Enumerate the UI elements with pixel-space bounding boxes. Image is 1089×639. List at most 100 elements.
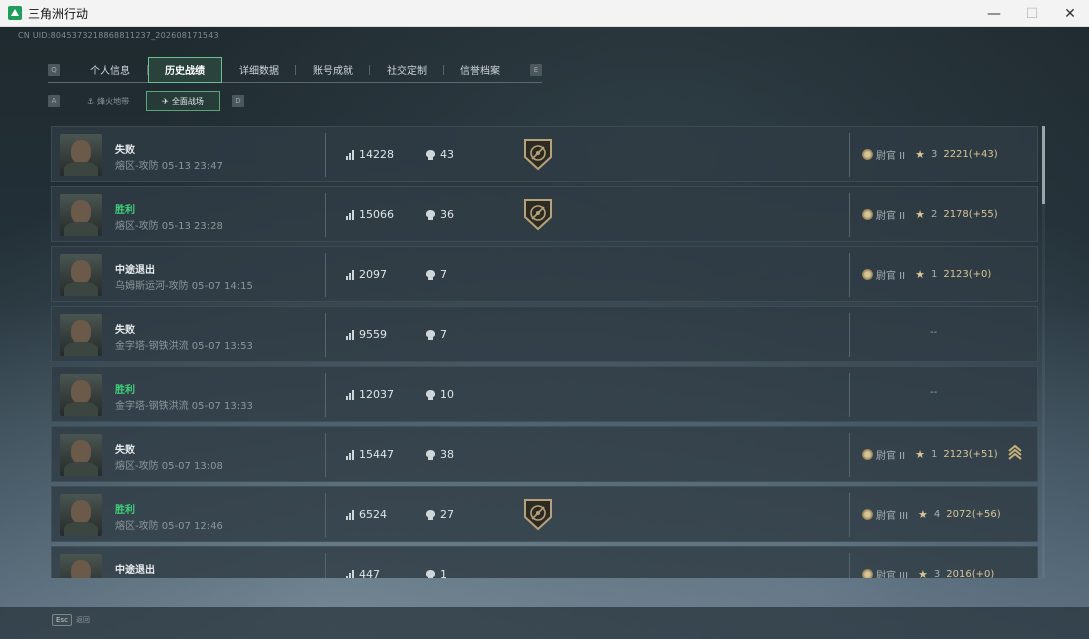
divider <box>325 373 326 417</box>
tab-label: 历史战绩 <box>165 66 205 77</box>
window-title: 三角洲行动 <box>28 6 89 21</box>
score-stat: 2097 <box>346 268 387 281</box>
match-result: 胜利 <box>115 385 135 396</box>
match-map-time: 熔区-攻防 05-13 23:47 <box>115 161 223 172</box>
divider <box>325 433 326 477</box>
match-result: 胜利 <box>115 505 135 516</box>
back-button[interactable]: Esc 返回 <box>52 614 90 626</box>
kills-value: 1 <box>440 568 447 578</box>
divider <box>849 553 850 578</box>
score-value: 6524 <box>359 508 387 521</box>
operator-avatar <box>60 314 102 356</box>
match-row[interactable]: 胜利 熔区-攻防 05-13 23:28 15066 36 尉官 II ★ 2 2178(+5… <box>51 186 1038 242</box>
score-value: 2097 <box>359 268 387 281</box>
divider <box>849 133 850 177</box>
tab-prev-key[interactable]: Q <box>48 63 60 76</box>
match-row[interactable]: 中途退出 乌姆斯运河-攻防 05-07 14:15 2097 7 尉官 II ★ 1 2123… <box>51 246 1038 302</box>
rank-icon <box>862 208 873 220</box>
rank-icon <box>862 448 873 460</box>
main-area: CN UID:8045373218868811237_202608171543 … <box>0 27 1089 639</box>
user-id-label: CN UID:8045373218868811237_202608171543 <box>18 31 219 40</box>
match-row[interactable]: 失败 熔区-攻防 05-07 13:08 15447 38 尉官 II ★ 1 2123(+5… <box>51 426 1038 482</box>
tab-reputation[interactable]: 信誉档案 <box>444 57 516 83</box>
score-icon <box>346 449 354 460</box>
tab-achievements[interactable]: 账号成就 <box>296 57 370 83</box>
tab-next-key[interactable]: E <box>530 63 542 76</box>
back-label: 返回 <box>75 616 90 624</box>
score-icon <box>346 569 354 578</box>
skull-icon <box>426 329 435 340</box>
match-map-time: 金字塔-钢铁洪流 05-07 13:53 <box>115 341 253 352</box>
tab-match-history[interactable]: 历史战绩 <box>148 56 222 83</box>
rank-info: 尉官 II ★ 1 2123(+0) <box>862 267 992 282</box>
rank-empty: -- <box>930 327 938 338</box>
footer-bar: Esc 返回 <box>0 607 1089 639</box>
maximize-button[interactable]: ☐ <box>1013 0 1051 27</box>
tab-mode-extraction[interactable]: ⚓ 烽火地带 <box>70 91 146 111</box>
rank-points: 2016(+0) <box>946 568 995 579</box>
score-value: 9559 <box>359 328 387 341</box>
kills-stat: 36 <box>426 208 454 221</box>
match-row[interactable]: 中途退出 447 1 尉官 III ★ 3 2016(+0) <box>51 546 1038 578</box>
rank-info: 尉官 III ★ 3 2016(+0) <box>862 567 994 578</box>
title-bar: 三角洲行动 — ☐ ✕ <box>0 0 1089 27</box>
divider <box>325 553 326 578</box>
match-map-time: 熔区-攻防 05-07 13:08 <box>115 461 223 472</box>
skull-icon <box>426 209 435 220</box>
score-icon <box>346 509 354 520</box>
tab-personal-info[interactable]: 个人信息 <box>72 57 148 83</box>
tab-label: 社交定制 <box>387 66 427 77</box>
kills-stat: 43 <box>426 148 454 161</box>
operator-avatar <box>60 374 102 416</box>
match-row[interactable]: 失败 熔区-攻防 05-13 23:47 14228 43 尉官 II ★ 3 2221(+4… <box>51 126 1038 182</box>
skull-icon <box>426 569 435 578</box>
mvp-badge-icon <box>524 199 552 231</box>
tab-social[interactable]: 社交定制 <box>370 57 444 83</box>
match-history-list: 失败 熔区-攻防 05-13 23:47 14228 43 尉官 II ★ 3 2221(+4… <box>51 126 1038 578</box>
close-button[interactable]: ✕ <box>1051 0 1089 27</box>
score-value: 447 <box>359 568 380 578</box>
tab-mode-warfare[interactable]: ✈ 全面战场 <box>146 91 220 111</box>
match-map-time: 熔区-攻防 05-13 23:28 <box>115 221 223 232</box>
tab-detailed-data[interactable]: 详细数据 <box>222 57 296 83</box>
rank-icon <box>862 148 873 160</box>
match-result: 中途退出 <box>115 565 155 576</box>
scrollbar-thumb[interactable] <box>1042 126 1045 204</box>
rank-label: 尉官 II <box>876 150 906 162</box>
match-row[interactable]: 胜利 金字塔-钢铁洪流 05-07 13:33 12037 10 -- <box>51 366 1038 422</box>
tab-label: 信誉档案 <box>460 66 500 77</box>
rank-icon <box>862 568 873 578</box>
match-result: 失败 <box>115 145 135 156</box>
kills-stat: 38 <box>426 448 454 461</box>
rank-points: 2123(+0) <box>943 268 992 280</box>
kills-value: 27 <box>440 508 454 521</box>
extraction-icon: ⚓ <box>86 96 95 106</box>
rank-empty: -- <box>930 387 938 398</box>
match-row[interactable]: 失败 金字塔-钢铁洪流 05-07 13:53 9559 7 -- <box>51 306 1038 362</box>
skull-icon <box>426 149 435 160</box>
mode-prev-key[interactable]: A <box>48 95 60 107</box>
score-stat: 14228 <box>346 148 394 161</box>
score-icon <box>346 209 354 220</box>
divider <box>849 253 850 297</box>
star-icon: ★ <box>915 147 925 161</box>
kills-value: 43 <box>440 148 454 161</box>
rank-points: 2072(+56) <box>946 508 1001 520</box>
skull-icon <box>426 389 435 400</box>
divider <box>325 493 326 537</box>
mode-next-key[interactable]: D <box>232 95 244 107</box>
tab-label: 详细数据 <box>239 66 279 77</box>
kills-stat: 27 <box>426 508 454 521</box>
minimize-button[interactable]: — <box>975 0 1013 27</box>
rank-label: 尉官 II <box>876 210 906 222</box>
rank-info: 尉官 II ★ 3 2221(+43) <box>862 147 998 162</box>
mode-tab-bar: A ⚓ 烽火地带 ✈ 全面战场 D <box>48 91 244 111</box>
match-row[interactable]: 胜利 熔区-攻防 05-07 12:46 6524 27 尉官 III ★ 4 2072(+5… <box>51 486 1038 542</box>
operator-avatar <box>60 134 102 176</box>
kills-stat: 7 <box>426 328 447 341</box>
main-tab-bar: Q 个人信息 历史战绩 详细数据 账号成就 社交定制 信誉档案 E <box>48 56 542 83</box>
kills-value: 7 <box>440 268 447 281</box>
rank-label: 尉官 II <box>876 450 906 462</box>
mvp-badge-icon <box>524 139 552 171</box>
kills-value: 7 <box>440 328 447 341</box>
